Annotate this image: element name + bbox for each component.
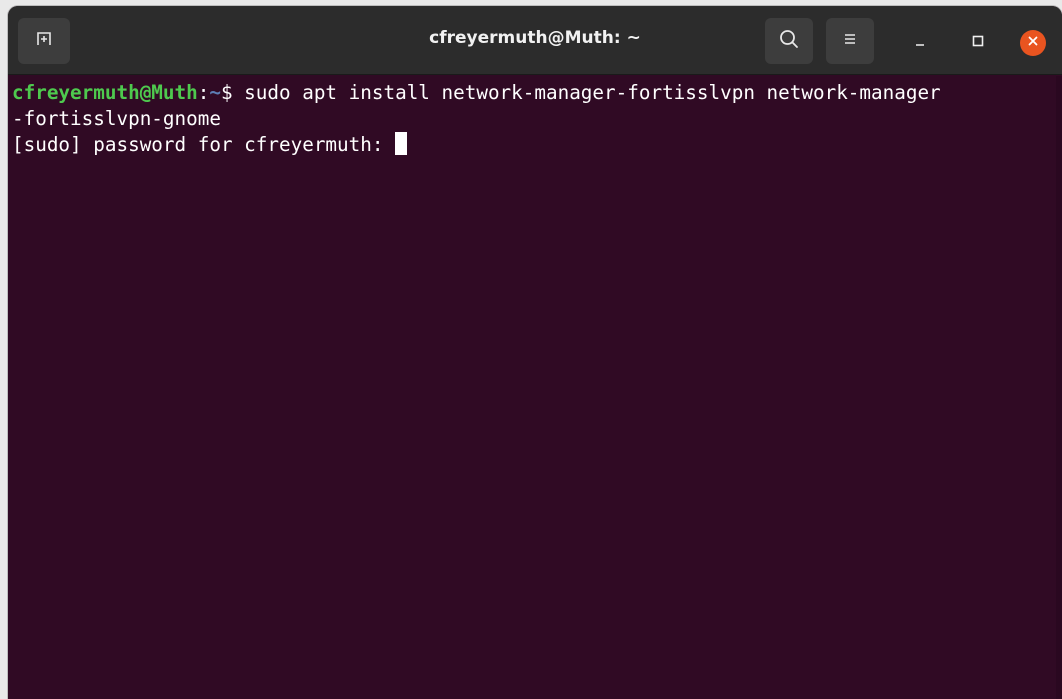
minimize-icon xyxy=(913,34,927,52)
window-title: cfreyermuth@Muth: ~ xyxy=(429,28,641,48)
terminal-window: cfreyermuth@Muth: ~ cfreyermuth@Muth:~$ … xyxy=(8,6,1062,699)
search-button[interactable] xyxy=(765,18,813,64)
hamburger-menu-icon xyxy=(840,29,860,53)
menu-button[interactable] xyxy=(826,18,874,64)
text-cursor xyxy=(395,132,408,155)
maximize-icon xyxy=(971,34,985,52)
search-icon xyxy=(778,28,800,54)
prompt-path: ~ xyxy=(209,81,221,104)
prompt-colon: : xyxy=(197,81,210,104)
command-text: sudo apt install network-manager-fortiss… xyxy=(244,81,941,104)
title-bar[interactable]: cfreyermuth@Muth: ~ xyxy=(8,6,1062,75)
prompt-user-host: cfreyermuth@Muth xyxy=(12,81,198,104)
close-icon xyxy=(1026,34,1040,52)
command-text-continued: -fortisslvpn-gnome xyxy=(12,107,221,130)
scrollbar[interactable] xyxy=(1056,76,1062,699)
maximize-button[interactable] xyxy=(965,30,991,56)
terminal-output[interactable]: cfreyermuth@Muth:~$ sudo apt install net… xyxy=(8,76,1062,699)
close-button[interactable] xyxy=(1020,30,1046,56)
minimize-button[interactable] xyxy=(907,30,933,56)
prompt-symbol: $ xyxy=(220,81,245,104)
sudo-password-prompt: [sudo] password for cfreyermuth: xyxy=(12,133,396,156)
